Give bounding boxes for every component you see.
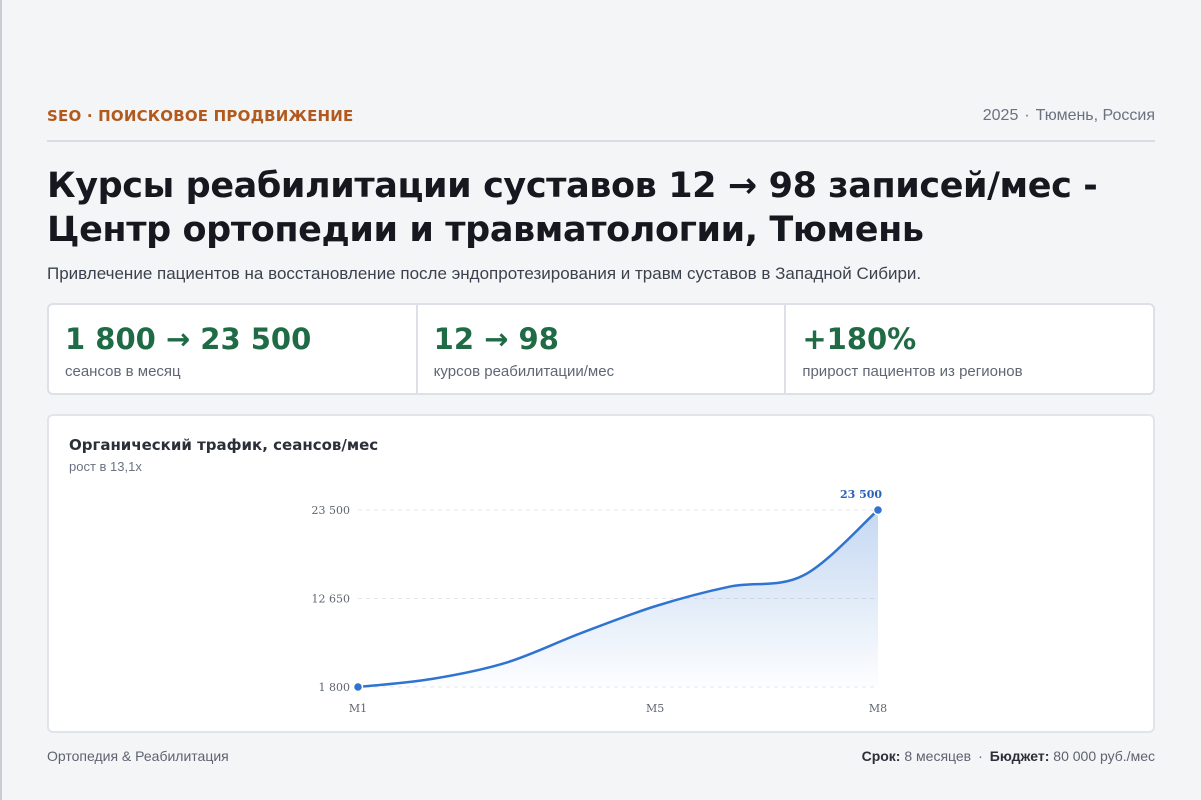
x-tick-label: M1 (349, 702, 367, 715)
kpi-label: сеансов в месяц (65, 363, 181, 380)
end-point (872, 504, 884, 516)
footer-terms: Срок: 8 месяцев · Бюджет: 80 000 руб./мес (862, 748, 1155, 764)
kpi-card: +180% прирост пациентов из регионов (786, 305, 1153, 393)
page-subtitle: Привлечение пациентов на восстановление … (47, 264, 922, 283)
y-tick-label: 12 650 (312, 593, 351, 606)
chart-card: Органический трафик, сеансов/мес рост в … (47, 414, 1155, 733)
y-tick-label: 1 800 (319, 681, 351, 694)
meta-info: 2025 · Тюмень, Россия (983, 104, 1155, 125)
kpi-value: 12 → 98 (433, 322, 559, 356)
end-value-label: 23 500 (840, 488, 882, 501)
kpi-value: +180% (802, 322, 917, 356)
location: Тюмень, Россия (1035, 107, 1155, 124)
y-tick-label: 23 500 (312, 504, 351, 517)
footer-separator: · (978, 748, 983, 764)
category-tag: SEO · ПОИСКОВОЕ ПРОДВИЖЕНИЕ (47, 107, 354, 125)
kpi-row: 1 800 → 23 500 сеансов в месяц 12 → 98 к… (47, 303, 1155, 395)
start-point (352, 681, 364, 693)
top-bar: SEO · ПОИСКОВОЕ ПРОДВИЖЕНИЕ 2025 · Тюмень,… (47, 104, 1155, 142)
x-tick-label: M5 (646, 702, 664, 715)
kpi-value: 1 800 → 23 500 (65, 322, 312, 356)
page-title: Курсы реабилитации суставов 12 → 98 запи… (47, 166, 1098, 250)
duration-label: Срок: (861, 748, 901, 764)
footer: Ортопедия & Реабилитация Срок: 8 месяцев… (47, 748, 1155, 764)
kpi-card: 12 → 98 курсов реабилитации/мес (418, 305, 787, 393)
meta-separator: · (1024, 107, 1030, 124)
window-edge (0, 0, 2, 800)
year: 2025 (982, 107, 1019, 124)
kpi-label: прирост пациентов из регионов (802, 363, 1023, 380)
kpi-label: курсов реабилитации/мес (433, 363, 615, 380)
kpi-card: 1 800 → 23 500 сеансов в месяц (49, 305, 418, 393)
traffic-chart: 1 800 12 650 23 500 23 500 M1 M5 M8 (312, 488, 888, 715)
duration-value: 8 месяцев (904, 748, 972, 764)
budget-label: Бюджет: (989, 748, 1050, 764)
x-tick-label: M8 (869, 702, 887, 715)
footer-industry: Ортопедия & Реабилитация (47, 748, 229, 764)
budget-value: 80 000 руб./мес (1053, 748, 1155, 764)
